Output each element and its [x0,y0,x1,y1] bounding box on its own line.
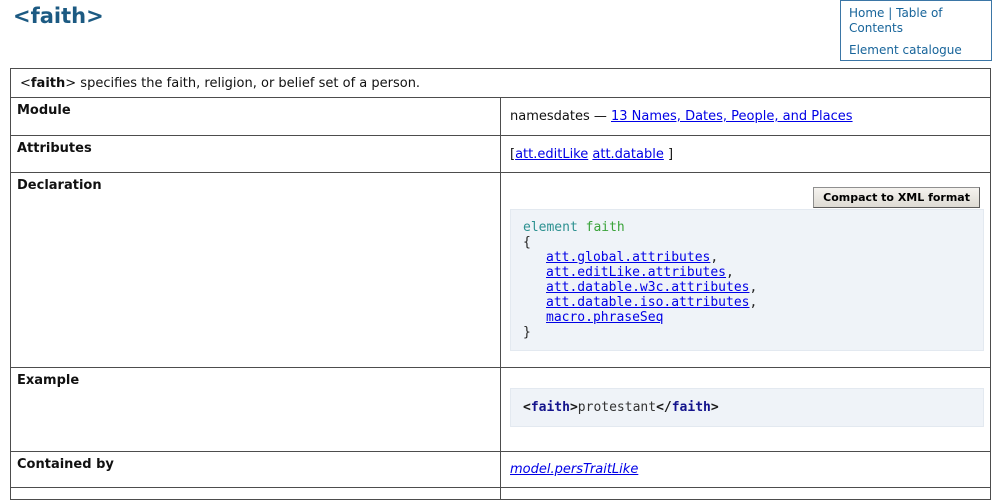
nav-separator: | [884,6,896,20]
module-name: namesdates — [510,109,611,124]
example-cell: <faith>protestant</faith> [501,368,991,452]
module-value: namesdates — 13 Names, Dates, People, an… [501,98,991,136]
code-line-element: element faith [523,220,971,235]
element-description: <faith> specifies the faith, religion, o… [11,69,991,98]
att-editLike-attributes-link[interactable]: att.editLike.attributes [546,265,726,280]
code-ref-line: att.datable.w3c.attributes, [546,280,971,295]
nav-row-top: Home | Table of Contents [849,6,983,36]
code-keyword: element [523,220,578,235]
ex-open-gt: > [570,400,578,415]
code-open-brace: { [523,235,971,250]
code-element-name: faith [586,220,625,235]
attributes-label: Attributes [11,136,501,173]
code-ref-line: macro.phraseSeq [546,310,971,325]
ex-close-tag: faith [672,400,711,415]
element-spec-table: <faith> specifies the faith, religion, o… [10,68,991,500]
attributes-value: [att.editLike att.datable ] [501,136,991,173]
ex-open-tag: faith [531,400,570,415]
attr-close-bracket: ] [664,147,673,162]
code-ref-line: att.global.attributes, [546,250,971,265]
desc-open-bracket: < [20,76,31,91]
module-chapter-link[interactable]: 13 Names, Dates, People, and Places [611,109,853,124]
module-row: Module namesdates — 13 Names, Dates, Peo… [11,98,991,136]
description-row: <faith> specifies the faith, religion, o… [11,69,991,98]
nav-row-bottom: Element catalogue [849,43,983,58]
code-ref-line: att.datable.iso.attributes, [546,295,971,310]
example-row: Example <faith>protestant</faith> [11,368,991,452]
code-ref-line: att.editLike.attributes, [546,265,971,280]
declaration-label: Declaration [11,173,501,368]
model-persTraitLike-link[interactable]: model.persTraitLike [510,462,638,477]
desc-tag-name: faith [31,76,65,91]
page-title: <faith> [13,4,104,28]
attributes-row: Attributes [att.editLike att.datable ] [11,136,991,173]
att-datable-w3c-attributes-link[interactable]: att.datable.w3c.attributes [546,280,750,295]
att-datable-iso-attributes-link[interactable]: att.datable.iso.attributes [546,295,750,310]
declaration-toolbar: Compact to XML format [501,187,980,208]
home-link[interactable]: Home [849,6,884,20]
element-catalogue-link[interactable]: Element catalogue [849,43,962,57]
declaration-row: Declaration Compact to XML format elemen… [11,173,991,368]
module-label: Module [11,98,501,136]
next-row-partial [11,488,991,500]
contained-by-row: Contained by model.persTraitLike [11,452,991,488]
ex-close-gt: > [711,400,719,415]
ex-open-lt: < [523,400,531,415]
att-datable-link[interactable]: att.datable [592,147,663,162]
macro-phraseSeq-link[interactable]: macro.phraseSeq [546,310,663,325]
ex-content: protestant [578,400,656,415]
next-row-value [501,488,991,500]
desc-close-bracket: > [65,76,76,91]
code-close-brace: } [523,325,971,340]
nav-box: Home | Table of Contents Element catalog… [840,0,992,61]
declaration-cell: Compact to XML format element faith { at… [501,173,991,368]
example-label: Example [11,368,501,452]
desc-text: specifies the faith, religion, or belief… [76,76,420,91]
code-comma: , [710,250,718,265]
code-comma: , [750,280,758,295]
code-comma: , [750,295,758,310]
declaration-code-block: element faith { att.global.attributes, a… [510,209,984,351]
next-row-label [11,488,501,500]
att-editLike-link[interactable]: att.editLike [515,147,588,162]
contained-by-value: model.persTraitLike [501,452,991,488]
example-code-block: <faith>protestant</faith> [510,388,984,427]
ex-close-lt: </ [656,400,672,415]
code-comma: , [726,265,734,280]
compact-to-xml-button[interactable]: Compact to XML format [813,187,980,208]
contained-by-label: Contained by [11,452,501,488]
att-global-attributes-link[interactable]: att.global.attributes [546,250,710,265]
